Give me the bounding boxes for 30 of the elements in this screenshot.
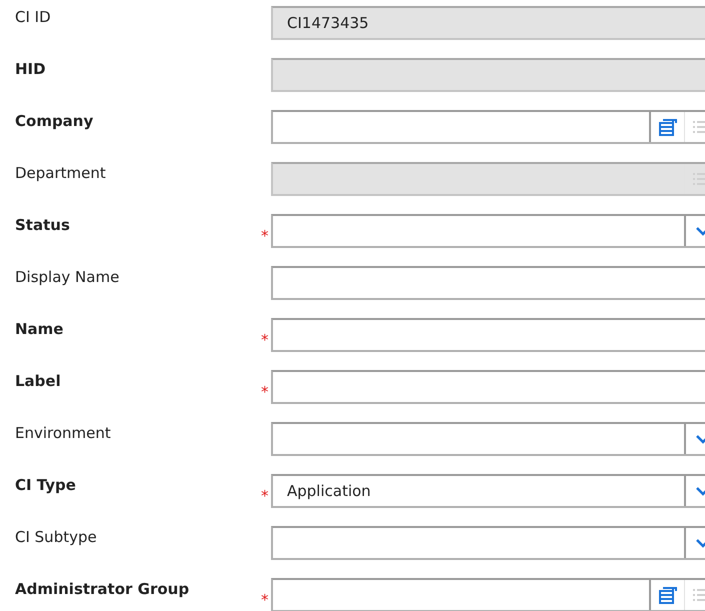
field-label: Company — [14, 112, 94, 130]
required-mark: * — [260, 227, 270, 245]
field-label: Administrator Group — [14, 580, 190, 598]
field-label: CI Type — [14, 476, 77, 494]
field-label: Department — [14, 164, 107, 182]
field-value: CI1473435 — [286, 13, 370, 34]
field-label: HID — [14, 60, 47, 78]
dropdown-field[interactable]: Application — [271, 474, 705, 508]
field-label: Display Name — [14, 268, 120, 286]
dropdown-field[interactable] — [271, 526, 705, 560]
dropdown-field[interactable] — [271, 422, 705, 456]
form-stack-icon — [658, 117, 678, 137]
field-label: Environment — [14, 424, 112, 442]
field-label: Label — [14, 372, 62, 390]
lookup-field[interactable] — [271, 578, 705, 611]
required-mark: * — [260, 591, 270, 609]
form-stack-icon — [658, 585, 678, 605]
field-label: Name — [14, 320, 64, 338]
field-value: Application — [286, 481, 372, 502]
text-field[interactable] — [271, 370, 705, 404]
required-mark: * — [260, 487, 270, 505]
dropdown-field[interactable] — [271, 214, 705, 248]
text-field[interactable] — [271, 318, 705, 352]
required-mark: * — [260, 383, 270, 401]
required-mark: * — [260, 331, 270, 349]
field-label: Status — [14, 216, 71, 234]
lookup-field[interactable] — [271, 110, 705, 144]
text-field[interactable] — [271, 266, 705, 300]
field-label: CI ID — [14, 8, 52, 26]
field-label: CI Subtype — [14, 528, 98, 546]
